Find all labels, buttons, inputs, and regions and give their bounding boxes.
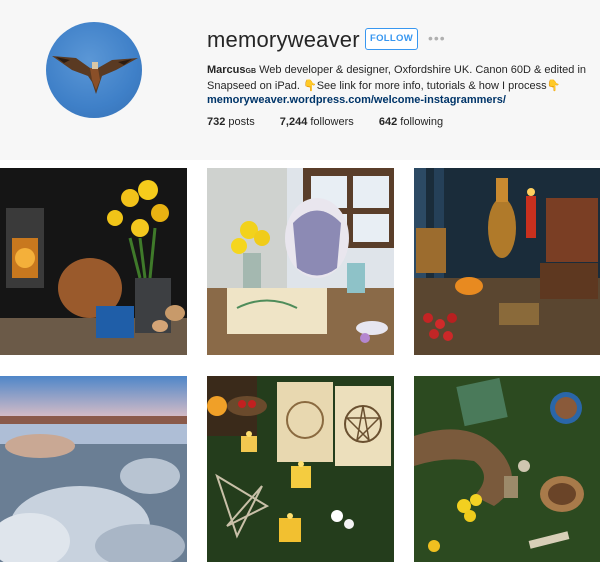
more-options-icon[interactable]: ••• (428, 30, 446, 46)
following-stat[interactable]: 642 following (379, 116, 443, 128)
post-tile-6[interactable] (414, 376, 600, 562)
post-image-frosty-marsh (0, 376, 187, 562)
profile-header: memoryweaver FOLLOW ••• MarcusGB Web dev… (0, 0, 600, 160)
bio-name: Marcus (207, 64, 246, 76)
bio-text: Web developer & designer, Oxfordshire UK… (207, 64, 587, 92)
posts-label: posts (228, 116, 255, 128)
post-tile-3[interactable] (414, 168, 600, 355)
followers-count: 7,244 (279, 116, 308, 128)
followers-label: followers (310, 116, 354, 128)
post-tile-2[interactable] (207, 168, 394, 355)
bird-icon (52, 56, 138, 94)
post-image-jug-daffodils-book (207, 168, 394, 355)
following-label: following (400, 116, 444, 128)
profile-bio: MarcusGB Web developer & designer, Oxfor… (207, 63, 592, 107)
following-count: 642 (378, 116, 398, 128)
follow-button[interactable]: FOLLOW (365, 28, 418, 50)
post-image-antler-moss (414, 376, 600, 562)
post-image-lantern-daffodils (0, 168, 187, 355)
bio-link[interactable]: memoryweaver.wordpress.com/welcome-insta… (207, 93, 592, 107)
bio-flag: GB (245, 68, 257, 75)
profile-username: memoryweaver (207, 27, 360, 52)
post-tile-1[interactable] (0, 168, 187, 355)
post-image-brass-apothecary (414, 168, 600, 355)
profile-avatar[interactable] (46, 22, 142, 118)
profile-stats: 732 posts 7,244 followers 642 following (207, 116, 465, 128)
posts-stat: 732 posts (207, 116, 255, 128)
post-tile-4[interactable] (0, 376, 187, 562)
post-image-candles-pentagram (207, 376, 394, 562)
posts-count: 732 (207, 116, 226, 128)
post-tile-5[interactable] (207, 376, 394, 562)
followers-stat[interactable]: 7,244 followers (280, 116, 354, 128)
